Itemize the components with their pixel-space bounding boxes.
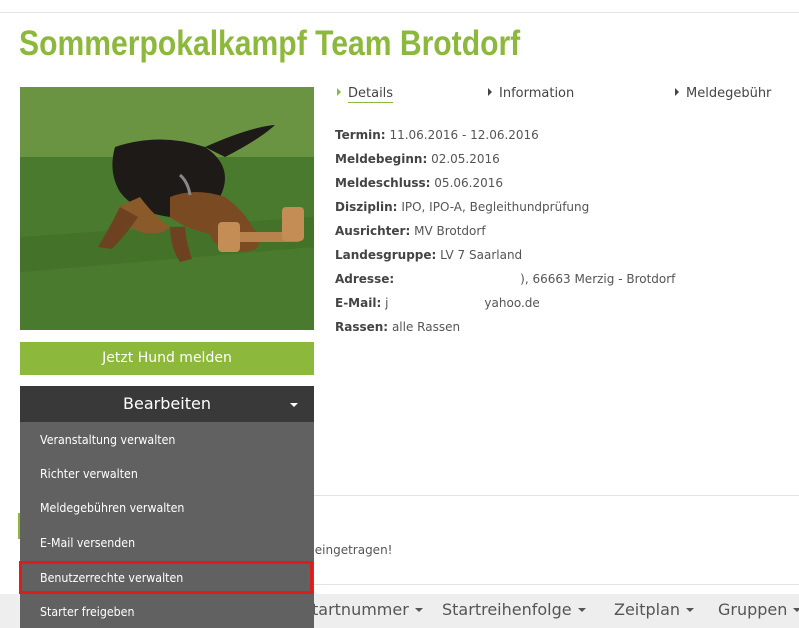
caret-down-icon (577, 608, 586, 612)
tab-information[interactable]: Information (488, 86, 574, 101)
menu-item-richter-verwalten[interactable]: Richter verwalten (20, 457, 314, 491)
detail-meldeschluss: Meldeschluss: 05.06.2016 (335, 176, 504, 190)
nav-gruppen[interactable]: Gruppen (718, 600, 799, 619)
menu-item-benutzerrechte-verwalten[interactable]: Benutzerrechte verwalten (20, 561, 314, 595)
caret-down-icon (793, 608, 799, 612)
page-title: Sommerpokalkampf Team Brotdorf (19, 24, 521, 63)
detail-adresse: Adresse:), 66663 Merzig - Brotdorf (335, 272, 676, 286)
edit-dropdown-button[interactable]: Bearbeiten (20, 386, 314, 422)
caret-down-icon (290, 403, 298, 407)
edit-button-label: Bearbeiten (123, 394, 211, 413)
detail-landesgruppe: Landesgruppe: LV 7 Saarland (335, 248, 523, 262)
menu-item-meldegebuehren-verwalten[interactable]: Meldegebühren verwalten (20, 491, 314, 525)
triangle-right-icon (337, 88, 341, 96)
nav-startreihenfolge[interactable]: Startreihenfolge (442, 600, 586, 619)
detail-termin: Termin: 11.06.2016 - 12.06.2016 (335, 128, 539, 142)
detail-disziplin: Disziplin: IPO, IPO-A, Begleithundprüfun… (335, 200, 590, 214)
menu-item-veranstaltung-verwalten[interactable]: Veranstaltung verwalten (20, 423, 314, 457)
detail-ausrichter: Ausrichter: MV Brotdorf (335, 224, 486, 238)
triangle-right-icon (488, 88, 492, 96)
caret-down-icon (414, 608, 423, 612)
nav-zeitplan[interactable]: Zeitplan (614, 600, 695, 619)
event-photo (20, 87, 314, 330)
tab-details[interactable]: Details (337, 86, 394, 103)
tab-meldegebuehr[interactable]: Meldegebühr (675, 86, 771, 101)
menu-item-starter-freigeben[interactable]: Starter freigeben (20, 595, 314, 628)
divider (314, 495, 799, 496)
menu-item-email-versenden[interactable]: E-Mail versenden (20, 526, 314, 560)
caret-down-icon (686, 608, 695, 612)
detail-email: E-Mail: j yahoo.de (335, 296, 540, 310)
edit-dropdown-menu: Veranstaltung verwalten Richter verwalte… (20, 422, 314, 628)
nav-startnummer[interactable]: tartnummer (312, 600, 423, 619)
detail-meldebeginn: Meldebeginn: 02.05.2016 (335, 152, 500, 166)
detail-rassen: Rassen: alle Rassen (335, 320, 461, 334)
registration-note: r eingetragen! (306, 543, 393, 557)
register-dog-button[interactable]: Jetzt Hund melden (20, 342, 314, 375)
triangle-right-icon (675, 88, 679, 96)
divider (314, 584, 799, 585)
top-border (0, 12, 799, 13)
